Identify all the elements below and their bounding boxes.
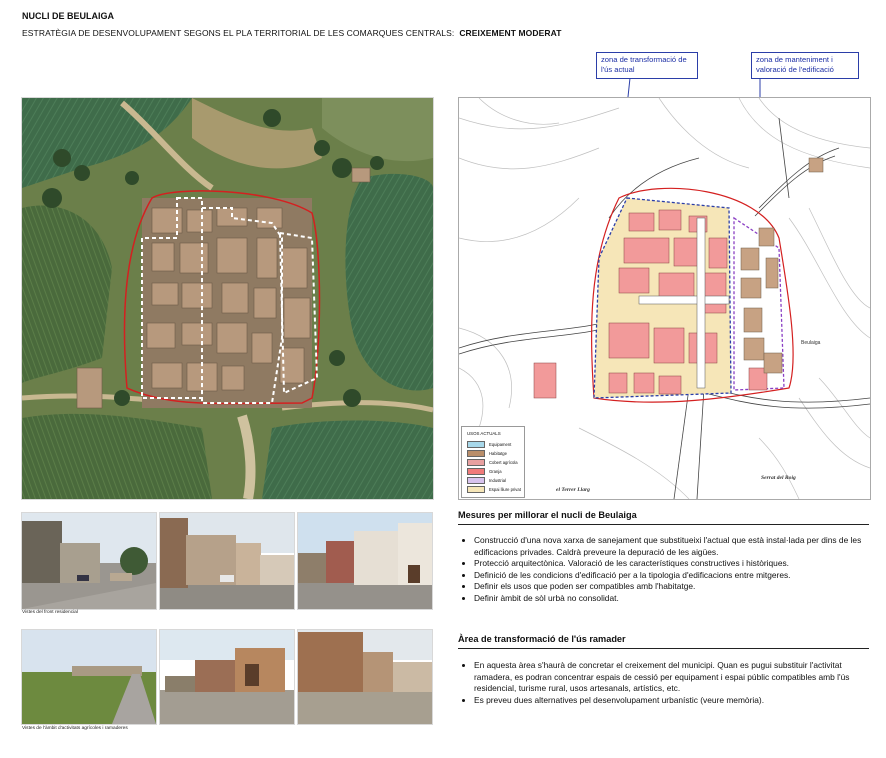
- legend-row: Espai lliure privat: [467, 485, 521, 493]
- place-label-terrer: el Terrer Llarg: [556, 487, 590, 493]
- legend-label: Granja: [489, 468, 502, 474]
- legend-label: Equipament: [489, 441, 512, 447]
- legend-swatch: [467, 467, 485, 475]
- legend-row: Habitatge: [467, 449, 507, 457]
- legend-label: Espai lliure privat: [489, 486, 521, 492]
- measures-item: Definir àmbit de sòl urbà no consolidat.: [474, 593, 879, 605]
- transformation-title: Àrea de transformació de l'ús ramader: [458, 634, 626, 644]
- place-label-beulaiga: Beulaiga: [801, 340, 821, 346]
- legend-swatch: [467, 485, 485, 493]
- map-legend: USOS ACTUALS Equipament Habitatge Cobert…: [461, 426, 525, 498]
- legend-label: Industrial: [489, 477, 506, 483]
- photo-street-1-image: [22, 513, 156, 609]
- place-label-serrat: Serrat del Roig: [761, 475, 796, 481]
- aerial-photo: [21, 97, 434, 500]
- photo-street-2: [159, 512, 295, 610]
- legend-label: Habitatge: [489, 450, 507, 456]
- transformation-list: En aquesta àrea s'haurà de concretar el …: [461, 660, 879, 706]
- photo-farm-1-image: [22, 630, 156, 724]
- measures-list: Construcció d'una nova xarxa de sanejame…: [461, 535, 879, 605]
- photo-street-3: [297, 512, 433, 610]
- aerial-photo-image: [22, 98, 433, 499]
- legend-swatch: [467, 440, 485, 448]
- legend-swatch: [467, 476, 485, 484]
- legend-row: Granja: [467, 467, 502, 475]
- legend-title: USOS ACTUALS: [467, 431, 501, 436]
- legend-row: Equipament: [467, 440, 512, 448]
- measures-title: Mesures per millorar el nucli de Beulaig…: [458, 510, 637, 520]
- photo-caption-bottom: Vistes de l'àmbit d'activitats agrícoles…: [22, 726, 128, 731]
- photo-farm-3-image: [298, 630, 432, 724]
- legend-swatch: [467, 449, 485, 457]
- measures-item: Construcció d'una nova xarxa de sanejame…: [474, 535, 879, 558]
- photo-farm-1: [21, 629, 157, 725]
- photo-caption-top: Vistes del front residencial: [22, 610, 78, 615]
- photo-farm-2: [159, 629, 295, 725]
- measures-item: Protecció arquitectònica. Valoració de l…: [474, 558, 879, 570]
- photo-street-1: [21, 512, 157, 610]
- legend-row: Industrial: [467, 476, 506, 484]
- legend-swatch: [467, 458, 485, 466]
- measures-divider: [458, 524, 869, 525]
- transformation-item: En aquesta àrea s'haurà de concretar el …: [474, 660, 879, 695]
- photo-farm-3: [297, 629, 433, 725]
- legend-row: Cobert agrícola: [467, 458, 518, 466]
- photo-street-2-image: [160, 513, 294, 609]
- photo-farm-2-image: [160, 630, 294, 724]
- measures-item: Definir els usos que poden ser compatibl…: [474, 581, 879, 593]
- legend-label: Cobert agrícola: [489, 459, 518, 465]
- transformation-item: Es preveu dues alternatives pel desenvol…: [474, 695, 879, 707]
- measures-item: Definició de les condicions d'edificació…: [474, 570, 879, 582]
- photo-street-3-image: [298, 513, 432, 609]
- transformation-divider: [458, 648, 869, 649]
